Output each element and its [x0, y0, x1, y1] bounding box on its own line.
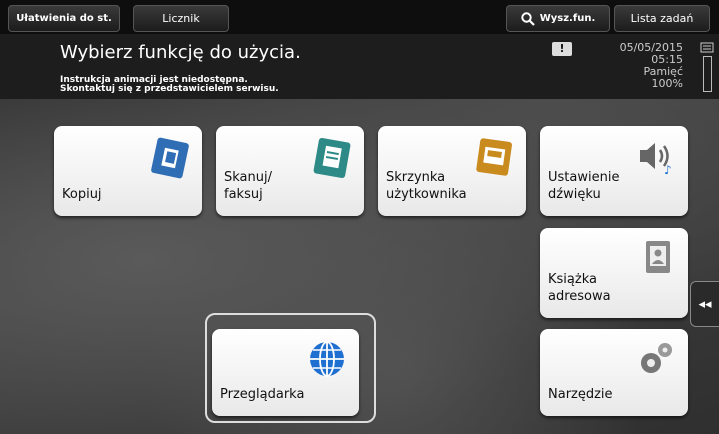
- scan-fax-tile[interactable]: Skanuj/ faksuj: [216, 126, 364, 216]
- counter-tab[interactable]: Licznik: [133, 5, 229, 32]
- double-chevron-left-icon: ◂◂: [698, 296, 712, 312]
- utility-tile[interactable]: Narzędzie: [540, 329, 688, 416]
- address-book-label-line1: Książka: [548, 272, 597, 287]
- scan-fax-label: Skanuj/ faksuj: [224, 169, 272, 203]
- speaker-icon: ♪: [640, 143, 672, 176]
- copy-tile[interactable]: Kopiuj: [54, 126, 202, 216]
- globe-icon: [310, 341, 344, 377]
- sound-settings-label: Ustawienie dźwięku: [548, 169, 619, 203]
- scan-fax-icon: [313, 137, 351, 179]
- memory-icon: [700, 42, 714, 53]
- copy-icon: [151, 137, 189, 179]
- user-box-icon: [476, 138, 512, 176]
- job-list-button[interactable]: Lista zadań: [614, 5, 710, 32]
- address-book-tile[interactable]: Książka adresowa: [540, 228, 688, 318]
- scan-fax-label-line2: faksuj: [224, 187, 263, 202]
- scan-fax-label-line1: Skanuj/: [224, 170, 272, 185]
- user-box-label-line1: Skrzynka: [386, 170, 446, 185]
- user-box-tile[interactable]: Skrzynka użytkownika: [378, 126, 526, 216]
- search-icon: [521, 11, 535, 26]
- user-box-label: Skrzynka użytkownika: [386, 169, 467, 203]
- user-box-label-line2: użytkownika: [386, 187, 467, 202]
- status-panel: 05/05/2015 05:15 Pamięć 100%: [620, 42, 683, 90]
- warning-icon[interactable]: !: [552, 42, 572, 56]
- copy-label: Kopiuj: [62, 187, 102, 202]
- search-function-label: Wysz.fun.: [539, 13, 596, 24]
- browser-tile[interactable]: Przeglądarka: [212, 329, 359, 416]
- utility-label: Narzędzie: [548, 387, 613, 402]
- sound-settings-label-line1: Ustawienie: [548, 170, 620, 185]
- address-book-icon: [646, 241, 670, 273]
- sound-settings-tile[interactable]: ♪ Ustawienie dźwięku: [540, 126, 688, 216]
- page-title: Wybierz funkcję do użycia.: [60, 42, 301, 63]
- memory-value: 100%: [651, 77, 683, 90]
- address-book-label: Książka adresowa: [548, 271, 611, 305]
- top-bar: Ułatwienia do st. Licznik Wysz.fun. List…: [0, 0, 719, 34]
- notice-line-2: Skontaktuj się z przedstawicielem serwis…: [60, 84, 279, 94]
- browser-label: Przeglądarka: [220, 387, 305, 402]
- side-panel-toggle[interactable]: ◂◂: [690, 281, 719, 327]
- accessibility-tab[interactable]: Ułatwienia do st.: [8, 5, 120, 32]
- animation-notice: Instrukcja animacji jest niedostępna. Sk…: [60, 76, 279, 94]
- memory-gauge: [703, 56, 712, 92]
- svg-text:♪: ♪: [664, 163, 672, 176]
- message-area: Wybierz funkcję do użycia. Instrukcja an…: [0, 34, 719, 99]
- gears-icon: [641, 343, 672, 373]
- search-function-button[interactable]: Wysz.fun.: [506, 5, 610, 32]
- sound-settings-label-line2: dźwięku: [548, 187, 601, 202]
- address-book-label-line2: adresowa: [548, 289, 611, 304]
